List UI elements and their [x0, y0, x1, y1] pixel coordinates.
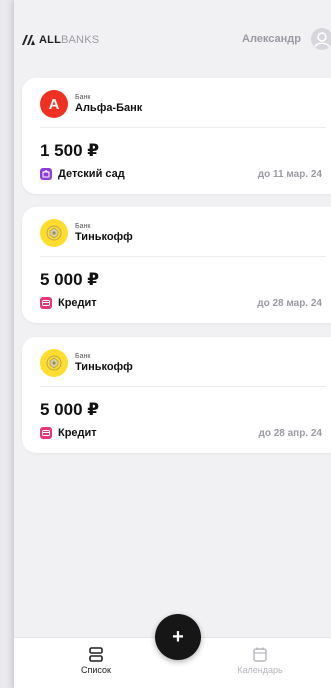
- nav-label-list: Список: [81, 665, 111, 675]
- category-label: Кредит: [58, 297, 97, 309]
- bank-name: Тинькофф: [75, 361, 133, 373]
- calendar-icon: [253, 647, 267, 662]
- logo-text-all: ALL: [39, 34, 61, 46]
- kindergarten-icon: [40, 168, 52, 180]
- allbanks-logo-icon: [22, 35, 35, 45]
- payment-card[interactable]: Банк Тинькофф 5 000 ₽ Кредит до 28 мар. …: [22, 207, 331, 323]
- payment-amount: 5 000 ₽: [40, 400, 100, 419]
- divider: [40, 256, 326, 257]
- tinkoff-logo-icon: [40, 349, 68, 377]
- due-date: до 28 мар. 24: [257, 298, 322, 309]
- alfa-bank-logo-icon: А: [40, 90, 68, 118]
- bank-name: Тинькофф: [75, 231, 133, 243]
- payment-category: Кредит: [40, 427, 97, 439]
- due-date: до 28 апр. 24: [258, 428, 322, 439]
- category-label: Кредит: [58, 427, 97, 439]
- bank-caption: Банк: [75, 353, 91, 360]
- credit-card-icon: [40, 427, 52, 439]
- app-logo: ALL BANKS: [22, 34, 99, 46]
- category-label: Детский сад: [58, 168, 125, 180]
- nav-label-calendar: Календарь: [237, 665, 283, 675]
- user-name: Александр: [242, 33, 301, 45]
- credit-card-icon: [40, 297, 52, 309]
- add-payment-button[interactable]: +: [155, 614, 201, 660]
- tinkoff-logo-icon: [40, 219, 68, 247]
- logo-text-banks: BANKS: [60, 34, 100, 46]
- bank-name: Альфа-Банк: [75, 102, 143, 114]
- payment-card[interactable]: А Банк Альфа-Банк 1 500 ₽ Детский сад до…: [22, 78, 331, 194]
- app-screen: ALL BANKS Александр А Банк Альфа-Банк 1 5…: [14, 0, 331, 688]
- bank-info: А Банк Альфа-Банк: [40, 90, 142, 118]
- bank-info: Банк Тинькофф: [40, 219, 133, 247]
- payment-category: Детский сад: [40, 168, 125, 180]
- divider: [40, 386, 326, 387]
- nav-tab-list[interactable]: Список: [56, 647, 136, 675]
- list-icon: [89, 647, 103, 662]
- bank-caption: Банк: [75, 223, 91, 230]
- due-date: до 11 мар. 24: [257, 169, 322, 180]
- payment-card[interactable]: Банк Тинькофф 5 000 ₽ Кредит до 28 апр. …: [22, 337, 331, 453]
- header: ALL BANKS Александр: [14, 0, 331, 72]
- payment-amount: 5 000 ₽: [40, 270, 100, 289]
- divider: [40, 127, 326, 128]
- bank-info: Банк Тинькофф: [40, 349, 133, 377]
- payment-category: Кредит: [40, 297, 97, 309]
- nav-tab-calendar[interactable]: Календарь: [220, 647, 300, 675]
- avatar[interactable]: [311, 28, 331, 50]
- user-icon: [314, 32, 330, 48]
- user-menu[interactable]: Александр: [242, 28, 331, 50]
- payment-amount: 1 500 ₽: [40, 141, 100, 160]
- bank-caption: Банк: [75, 94, 91, 101]
